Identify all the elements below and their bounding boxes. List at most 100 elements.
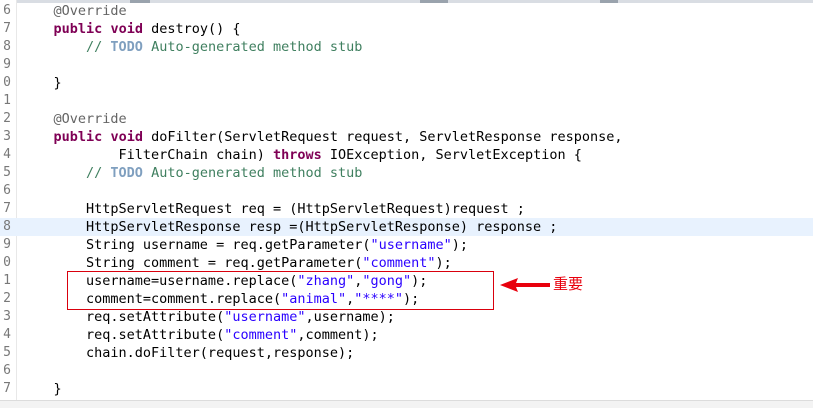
line-number: 9: [3, 57, 11, 72]
line-number: 5: [3, 345, 11, 360]
token: chain.doFilter(request,response);: [21, 345, 355, 361]
line-number: 8: [3, 39, 11, 54]
token: IOException, ServletException {: [321, 147, 582, 163]
code-line[interactable]: 3 req.setAttribute("username",username);: [0, 308, 813, 326]
code-line[interactable]: 2 @Override: [0, 110, 813, 128]
line-number: 3: [3, 129, 11, 144]
token-str: "username": [224, 309, 306, 325]
code-text: @Override: [21, 2, 127, 20]
code-line[interactable]: 7 }: [0, 380, 813, 398]
token-ann: @Override: [53, 3, 127, 19]
line-number: 6: [3, 3, 11, 18]
code-line[interactable]: 8 HttpServletResponse resp =(HttpServlet…: [0, 218, 813, 236]
line-number: 7: [3, 201, 11, 216]
token-todo: TODO: [110, 39, 143, 55]
code-text: public void destroy() {: [21, 20, 241, 38]
line-number: 8: [3, 219, 11, 234]
token-kw: void: [110, 21, 143, 37]
token-kw: throws: [272, 147, 322, 163]
code-line[interactable]: 9 String username = req.getParameter("us…: [0, 236, 813, 254]
code-text: req.setAttribute("comment",comment);: [21, 326, 379, 344]
token-kw: public: [53, 129, 103, 145]
token: doFilter(ServletRequest request, Servlet…: [142, 129, 623, 145]
line-number: 2: [3, 111, 11, 126]
token: );: [451, 237, 469, 253]
code-line[interactable]: 0 String comment = req.getParameter("com…: [0, 254, 813, 272]
code-text: }: [21, 74, 62, 92]
token: FilterChain chain): [21, 147, 273, 163]
line-number: 2: [3, 291, 11, 306]
line-number: 3: [3, 309, 11, 324]
red-arrow-icon: [500, 278, 550, 292]
code-text: FilterChain chain) throws IOException, S…: [21, 146, 582, 164]
line-number: 6: [3, 183, 11, 198]
code-line[interactable]: 4 FilterChain chain) throws IOException,…: [0, 146, 813, 164]
code-text: @Override: [21, 110, 127, 128]
line-number: 6: [3, 363, 11, 378]
line-number: 7: [3, 21, 11, 36]
token: HttpServletResponse resp =(HttpServletRe…: [21, 219, 558, 235]
code-text: req.setAttribute("username",username);: [21, 308, 395, 326]
token: ,comment);: [297, 327, 379, 343]
code-text: String username = req.getParameter("user…: [21, 236, 468, 254]
token: String username = req.getParameter(: [21, 237, 371, 253]
annotation-label: 重要: [553, 275, 584, 293]
code-line[interactable]: 4 req.setAttribute("comment",comment);: [0, 326, 813, 344]
code-text: chain.doFilter(request,response);: [21, 344, 354, 362]
token: );: [435, 255, 452, 271]
code-text: HttpServletRequest req = (HttpServletReq…: [21, 200, 525, 218]
token-cm: Auto-generated method stub: [142, 165, 363, 181]
code-line[interactable]: 6: [0, 182, 813, 200]
token-cm: Auto-generated method stub: [142, 39, 363, 55]
code-text: HttpServletResponse resp =(HttpServletRe…: [21, 218, 557, 236]
token: req.setAttribute(: [21, 327, 225, 343]
line-number: 7: [3, 381, 11, 396]
code-line[interactable]: 9: [0, 56, 813, 74]
token: destroy() {: [142, 21, 241, 37]
code-line[interactable]: 0 }: [0, 74, 813, 92]
code-line[interactable]: 6: [0, 362, 813, 380]
token: String comment = req.getParameter(: [21, 255, 363, 271]
code-line[interactable]: 1: [0, 92, 813, 110]
code-text: }: [21, 380, 62, 398]
line-number: 4: [3, 147, 11, 162]
token-kw: void: [110, 129, 143, 145]
token-cm: //: [86, 39, 111, 55]
token-todo: TODO: [110, 165, 143, 181]
code-text: String comment = req.getParameter("comme…: [21, 254, 452, 272]
code-text: public void doFilter(ServletRequest requ…: [21, 128, 623, 146]
token: req.setAttribute(: [21, 309, 225, 325]
token-str: "comment": [362, 255, 436, 271]
token-cm: //: [86, 165, 111, 181]
code-line[interactable]: 7 public void destroy() {: [0, 20, 813, 38]
line-number: 9: [3, 237, 11, 252]
code-line[interactable]: 6 @Override: [0, 2, 813, 20]
token: HttpServletRequest req = (HttpServletReq…: [21, 201, 525, 217]
code-text: // TODO Auto-generated method stub: [21, 38, 362, 56]
token: }: [21, 381, 62, 397]
code-line[interactable]: 3 public void doFilter(ServletRequest re…: [0, 128, 813, 146]
line-number: 5: [3, 165, 11, 180]
line-number: 1: [3, 273, 11, 288]
line-number: 4: [3, 327, 11, 342]
token: }: [21, 75, 62, 91]
line-number: 1: [3, 93, 11, 108]
token-kw: public: [53, 21, 103, 37]
line-number: 0: [3, 75, 11, 90]
token-str: "comment": [224, 327, 298, 343]
code-line[interactable]: 5 // TODO Auto-generated method stub: [0, 164, 813, 182]
code-line[interactable]: 8 // TODO Auto-generated method stub: [0, 38, 813, 56]
token-str: "username": [370, 237, 452, 253]
token: ,username);: [305, 309, 395, 325]
code-line[interactable]: 5 chain.doFilter(request,response);: [0, 344, 813, 362]
code-line[interactable]: 7 HttpServletRequest req = (HttpServletR…: [0, 200, 813, 218]
line-number: 0: [3, 255, 11, 270]
token-ann: @Override: [53, 111, 127, 127]
highlight-box: [67, 271, 494, 310]
